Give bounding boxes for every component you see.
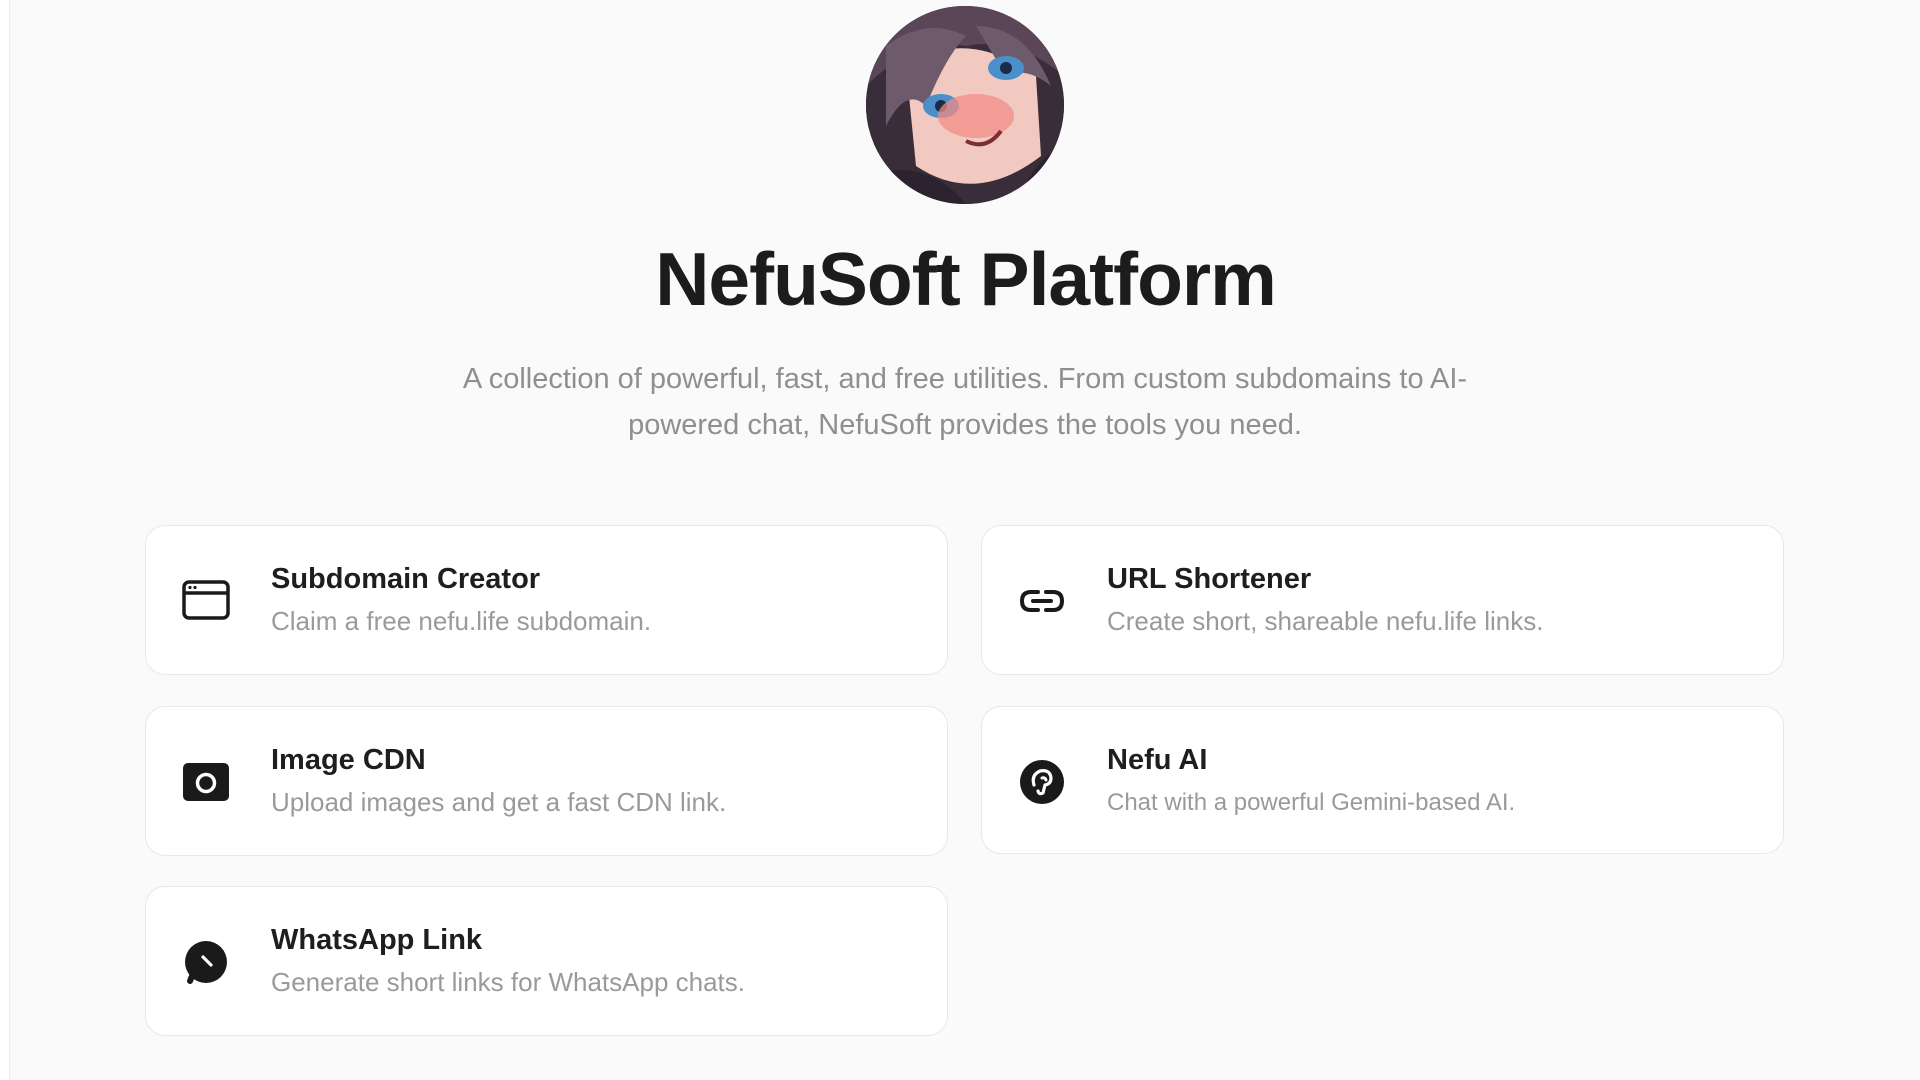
tool-card-title: URL Shortener (1107, 563, 1312, 595)
tool-card-title: Nefu AI (1107, 744, 1208, 776)
tool-card-description: Create short, shareable nefu.life links. (1107, 606, 1544, 636)
avatar (866, 6, 1064, 204)
tool-card-title: Image CDN (271, 744, 426, 776)
tool-card-description: Upload images and get a fast CDN link. (271, 787, 727, 817)
tool-card-whatsapp-link[interactable]: WhatsApp Link Generate short links for W… (145, 886, 948, 1036)
tool-card-description: Generate short links for WhatsApp chats. (271, 967, 745, 997)
tool-card-nefu-ai[interactable]: Nefu AI Chat with a powerful Gemini-base… (981, 706, 1784, 854)
tool-card-image-cdn[interactable]: Image CDN Upload images and get a fast C… (145, 706, 948, 856)
tool-card-subdomain-creator[interactable]: Subdomain Creator Claim a free nefu.life… (145, 525, 948, 675)
tool-card-title: WhatsApp Link (271, 924, 483, 956)
page-title: NefuSoft Platform (655, 237, 1277, 321)
browser-window-icon (181, 576, 231, 626)
ai-brain-icon (1017, 757, 1067, 807)
avatar-illustration (866, 6, 1064, 204)
tool-card-description: Claim a free nefu.life subdomain. (271, 606, 652, 636)
link-icon (1017, 576, 1067, 626)
tool-card-title: Subdomain Creator (271, 563, 541, 595)
page-subtitle: A collection of powerful, fast, and free… (462, 363, 1468, 441)
camera-icon (181, 757, 231, 807)
whatsapp-icon (181, 937, 231, 987)
tool-card-url-shortener[interactable]: URL Shortener Create short, shareable ne… (981, 525, 1784, 675)
page-container: NefuSoft Platform A collection of powerf… (9, 0, 1920, 1080)
tool-card-description: Chat with a powerful Gemini-based AI. (1107, 789, 1516, 816)
